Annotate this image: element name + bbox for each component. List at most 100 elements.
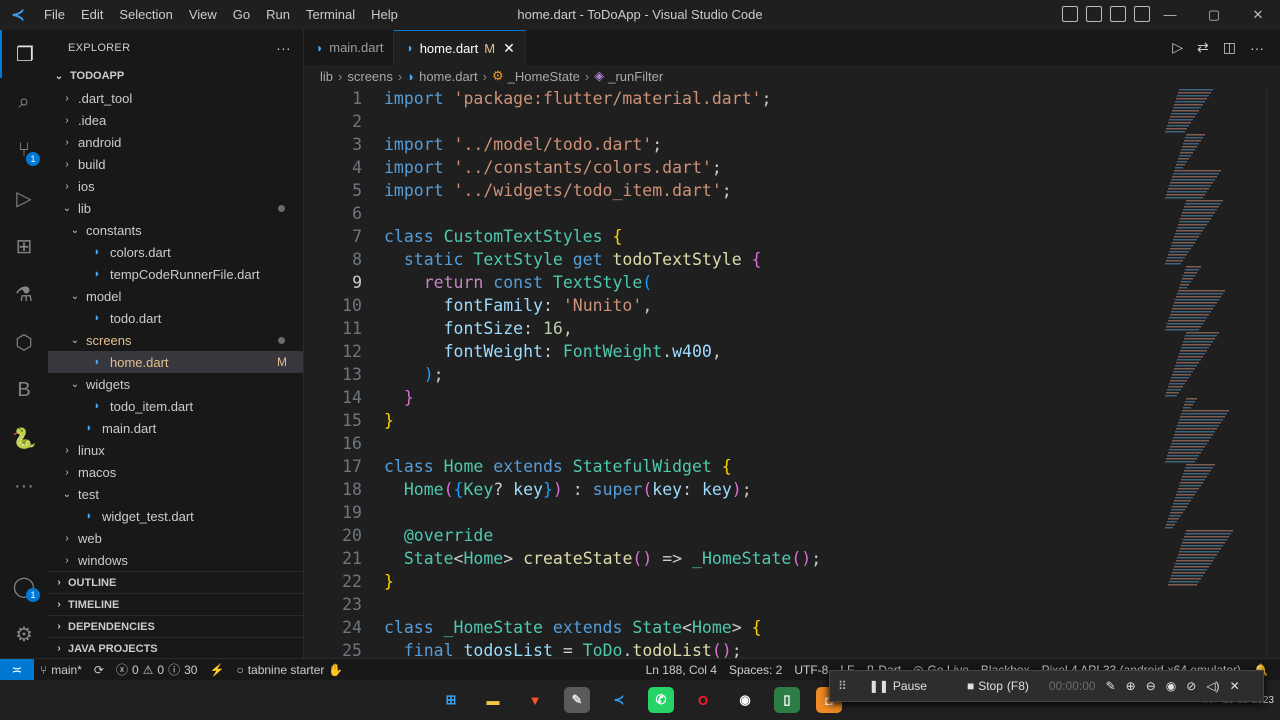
source-control-icon[interactable]: ⑂ 1	[0, 126, 48, 174]
run-icon[interactable]: ▷	[1172, 39, 1183, 56]
accounts-icon[interactable]: ◯ 1	[0, 562, 48, 610]
split-editor-icon[interactable]: ◫	[1223, 39, 1236, 56]
minimap-line	[1174, 104, 1203, 106]
eye-icon[interactable]: ◉	[1166, 679, 1176, 693]
menu-file[interactable]: File	[36, 0, 73, 30]
section-java-projects[interactable]: › JAVA PROJECTS	[48, 637, 303, 658]
tree-file[interactable]: ◗ tempCodeRunnerFile.dart	[48, 263, 303, 285]
explorer-icon[interactable]: ❐	[0, 30, 48, 78]
section-dependencies[interactable]: › DEPENDENCIES	[48, 615, 303, 637]
minimap-line	[1180, 482, 1203, 484]
manage-gear-icon[interactable]: ⚙	[0, 610, 48, 658]
toggle-panel-icon[interactable]	[1086, 6, 1102, 22]
tree-file[interactable]: ◗ todo_item.dart	[48, 395, 303, 417]
breadcrumb-item[interactable]: ⚙ _HomeState	[492, 68, 580, 84]
python-icon[interactable]: 🐍	[0, 414, 48, 462]
remote-explorer-icon[interactable]: ⬡	[0, 318, 48, 366]
whatsapp-icon[interactable]: ✆	[648, 687, 674, 713]
toggle-primary-sidebar-icon[interactable]	[1062, 6, 1078, 22]
menu-help[interactable]: Help	[363, 0, 406, 30]
brave-icon[interactable]: ▼	[522, 687, 548, 713]
zoom-in-icon[interactable]: ⊕	[1126, 679, 1136, 693]
breadcrumb-item[interactable]: ◈ _runFilter	[594, 68, 663, 84]
tree-file[interactable]: ◗ todo.dart	[48, 307, 303, 329]
tree-folder[interactable]: ⌄ constants	[48, 219, 303, 241]
tree-folder[interactable]: › web	[48, 527, 303, 549]
menu-run[interactable]: Run	[258, 0, 298, 30]
windows-start-icon[interactable]: ⊞	[438, 687, 464, 713]
mic-off-icon[interactable]: ⊘	[1186, 679, 1196, 693]
zoom-out-icon[interactable]: ⊖	[1146, 679, 1156, 693]
encoding[interactable]: UTF-8	[788, 663, 834, 677]
notepad-icon[interactable]: ✎	[564, 687, 590, 713]
breadcrumb-item[interactable]: lib	[320, 69, 333, 84]
drag-handle-icon[interactable]: ⠿	[838, 679, 847, 693]
extensions-icon[interactable]: ⊞	[0, 222, 48, 270]
remote-indicator-icon[interactable]: ≍	[0, 658, 34, 681]
breadcrumb-item[interactable]: screens	[347, 69, 393, 84]
close-window-button[interactable]: ✕	[1236, 0, 1280, 30]
menu-terminal[interactable]: Terminal	[298, 0, 363, 30]
tree-folder[interactable]: › windows	[48, 549, 303, 571]
tree-file[interactable]: ◗ colors.dart	[48, 241, 303, 263]
tree-folder[interactable]: ⌄ test	[48, 483, 303, 505]
testing-icon[interactable]: ⚗	[0, 270, 48, 318]
more-icon[interactable]: ···	[0, 462, 48, 510]
explorer-more-actions-icon[interactable]: ···	[276, 40, 291, 56]
vertical-scrollbar[interactable]	[1266, 87, 1280, 658]
menu-go[interactable]: Go	[225, 0, 258, 30]
stop-button[interactable]: ■ Stop (F8)	[937, 679, 1029, 693]
file-explorer-icon[interactable]: ▬	[480, 687, 506, 713]
tree-folder[interactable]: ⌄ model	[48, 285, 303, 307]
cursor-position[interactable]: Ln 188, Col 4	[640, 663, 723, 677]
minimize-button[interactable]: —	[1148, 0, 1192, 30]
compare-icon[interactable]: ⇄	[1197, 39, 1209, 56]
tree-folder[interactable]: › .idea	[48, 109, 303, 131]
tree-file[interactable]: ◗ main.dart	[48, 417, 303, 439]
menu-selection[interactable]: Selection	[111, 0, 180, 30]
tree-folder[interactable]: ⌄ lib	[48, 197, 303, 219]
section-timeline[interactable]: › TIMELINE	[48, 593, 303, 615]
section-outline[interactable]: › OUTLINE	[48, 571, 303, 593]
app-icon[interactable]: ▯	[774, 687, 800, 713]
menu-view[interactable]: View	[181, 0, 225, 30]
toggle-secondary-sidebar-icon[interactable]	[1110, 6, 1126, 22]
pen-icon[interactable]: ✎	[1106, 679, 1116, 693]
tree-folder[interactable]: › linux	[48, 439, 303, 461]
blackbox-icon[interactable]: B	[0, 366, 48, 414]
tree-folder[interactable]: › macos	[48, 461, 303, 483]
code-editor[interactable]: 1 import 'package:flutter/material.dart';…	[304, 87, 1154, 658]
tabnine-status[interactable]: ○ tabnine starter ✋	[230, 663, 349, 677]
tree-file[interactable]: ◗ home.dart M	[48, 351, 303, 373]
tree-folder[interactable]: ⌄ TODOAPP	[48, 65, 303, 87]
breadcrumb-item[interactable]: ◗ home.dart	[407, 69, 477, 84]
menu-edit[interactable]: Edit	[73, 0, 111, 30]
tab-main-dart[interactable]: ◗ main.dart	[304, 30, 395, 65]
opera-icon[interactable]: O	[690, 687, 716, 713]
tree-folder[interactable]: ⌄ screens	[48, 329, 303, 351]
close-toolbar-icon[interactable]: ✕	[1230, 679, 1240, 693]
search-icon[interactable]: ⌕	[0, 78, 48, 126]
maximize-button[interactable]: ▢	[1192, 0, 1236, 30]
tab-home-dart[interactable]: ◗ home.dart M ✕	[394, 30, 526, 65]
github-icon[interactable]: ◉	[732, 687, 758, 713]
indentation[interactable]: Spaces: 2	[723, 663, 788, 677]
close-tab-icon[interactable]: ✕	[503, 40, 515, 57]
minimap[interactable]	[1159, 87, 1269, 658]
dart-file-icon: ◗	[93, 268, 101, 280]
tree-folder[interactable]: › ios	[48, 175, 303, 197]
pause-button[interactable]: ❚❚ Pause	[857, 679, 927, 693]
run-debug-icon[interactable]: ▷	[0, 174, 48, 222]
tree-file[interactable]: ◗ widget_test.dart	[48, 505, 303, 527]
volume-icon[interactable]: ◁)	[1206, 679, 1219, 693]
flash-icon[interactable]: ⚡	[203, 663, 230, 677]
tree-folder[interactable]: › .dart_tool	[48, 87, 303, 109]
tree-folder[interactable]: ⌄ widgets	[48, 373, 303, 395]
tree-folder[interactable]: › build	[48, 153, 303, 175]
sync-icon[interactable]: ⟳	[88, 663, 110, 677]
branch-status[interactable]: ⑂ main*	[34, 663, 88, 677]
vscode-icon[interactable]: ≺	[606, 687, 632, 713]
problems-status[interactable]: ⓧ 0 ⚠ 0 ⓘ 30	[110, 661, 204, 678]
tree-folder[interactable]: › android	[48, 131, 303, 153]
more-actions-icon[interactable]: ···	[1250, 40, 1264, 56]
